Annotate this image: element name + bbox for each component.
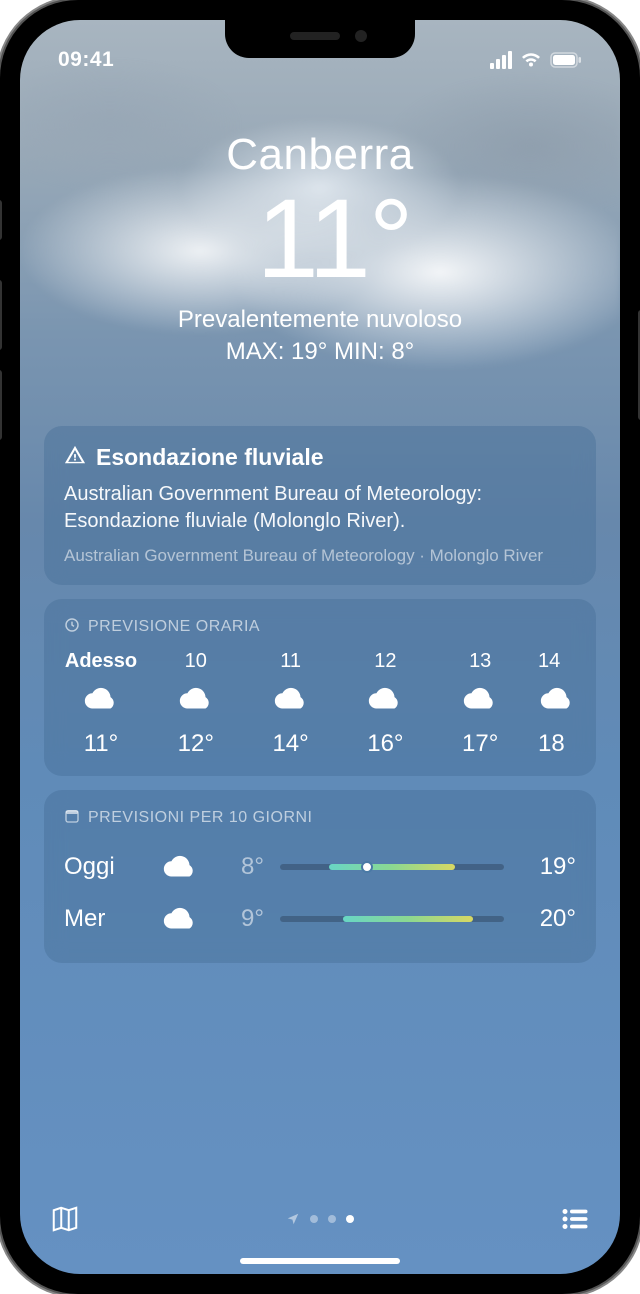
daily-header-label: PREVISIONI PER 10 GIORNI [88, 809, 313, 827]
battery-icon [550, 52, 582, 68]
alert-title: Esondazione fluviale [96, 444, 324, 471]
hour-temp: 14° [272, 730, 308, 758]
cloud-icon [177, 685, 215, 718]
hour-label: 13 [469, 650, 491, 673]
pager-dot[interactable] [328, 1215, 336, 1223]
weather-alert-card[interactable]: Esondazione fluviale Australian Governme… [44, 426, 596, 585]
current-condition: Prevalentemente nuvoloso [44, 306, 596, 334]
cloud-icon [160, 853, 200, 881]
cloud-icon [538, 685, 576, 718]
day-low: 8° [216, 853, 264, 881]
location-pager[interactable] [286, 1212, 354, 1226]
hourly-item: 12 16° [348, 650, 422, 758]
warning-icon [64, 444, 86, 471]
hour-label: 12 [374, 650, 396, 673]
hourly-item: 11 14° [254, 650, 328, 758]
hourly-item: 10 12° [159, 650, 233, 758]
wifi-icon [520, 52, 542, 68]
hourly-item: 13 17° [443, 650, 517, 758]
hour-temp: 16° [367, 730, 403, 758]
current-temp: 11° [72, 180, 596, 298]
hour-temp: 12° [178, 730, 214, 758]
hourly-item: 14 18 [538, 650, 576, 758]
day-name: Mer [64, 905, 144, 933]
hour-temp: 11° [84, 730, 119, 758]
home-indicator[interactable] [240, 1258, 400, 1264]
day-high: 20° [520, 905, 576, 933]
temp-range-bar [280, 916, 504, 922]
day-name: Oggi [64, 853, 144, 881]
pager-dot[interactable] [346, 1215, 354, 1223]
hour-temp: 17° [462, 730, 498, 758]
map-button[interactable] [48, 1202, 82, 1236]
status-time: 09:41 [58, 48, 114, 72]
alert-source: Australian Government Bureau of Meteorol… [64, 545, 576, 567]
cloud-icon [366, 685, 404, 718]
alert-body: Australian Government Bureau of Meteorol… [64, 481, 576, 535]
hourly-item: Adesso 11° [64, 650, 138, 758]
clock-icon [64, 617, 80, 638]
hourly-header-label: PREVISIONE ORARIA [88, 618, 260, 636]
hour-label: 14 [538, 650, 560, 673]
daily-forecast-card[interactable]: PREVISIONI PER 10 GIORNI Oggi 8° 19° Mer 9° 2… [44, 790, 596, 963]
daily-row[interactable]: Mer 9° 20° [64, 893, 576, 945]
day-high: 19° [520, 853, 576, 881]
temp-range-bar [280, 864, 504, 870]
cloud-icon [82, 685, 120, 718]
cloud-icon [160, 905, 200, 933]
hour-label: 11 [280, 650, 301, 673]
current-weather-hero: Canberra 11° Prevalentemente nuvoloso MA… [44, 130, 596, 366]
calendar-icon [64, 808, 80, 829]
high-low-temp: MAX: 19° MIN: 8° [44, 338, 596, 366]
hour-temp: 18 [538, 730, 565, 758]
hour-label: Adesso [65, 650, 137, 673]
hourly-forecast-card[interactable]: PREVISIONE ORARIA Adesso11°1012°1114°121… [44, 599, 596, 776]
cloud-icon [461, 685, 499, 718]
cellular-signal-icon [490, 51, 512, 69]
location-arrow-icon [286, 1212, 300, 1226]
daily-row[interactable]: Oggi 8° 19° [64, 841, 576, 893]
pager-dot[interactable] [310, 1215, 318, 1223]
hour-label: 10 [185, 650, 207, 673]
day-low: 9° [216, 905, 264, 933]
city-name: Canberra [44, 130, 596, 180]
location-list-button[interactable] [558, 1202, 592, 1236]
cloud-icon [272, 685, 310, 718]
